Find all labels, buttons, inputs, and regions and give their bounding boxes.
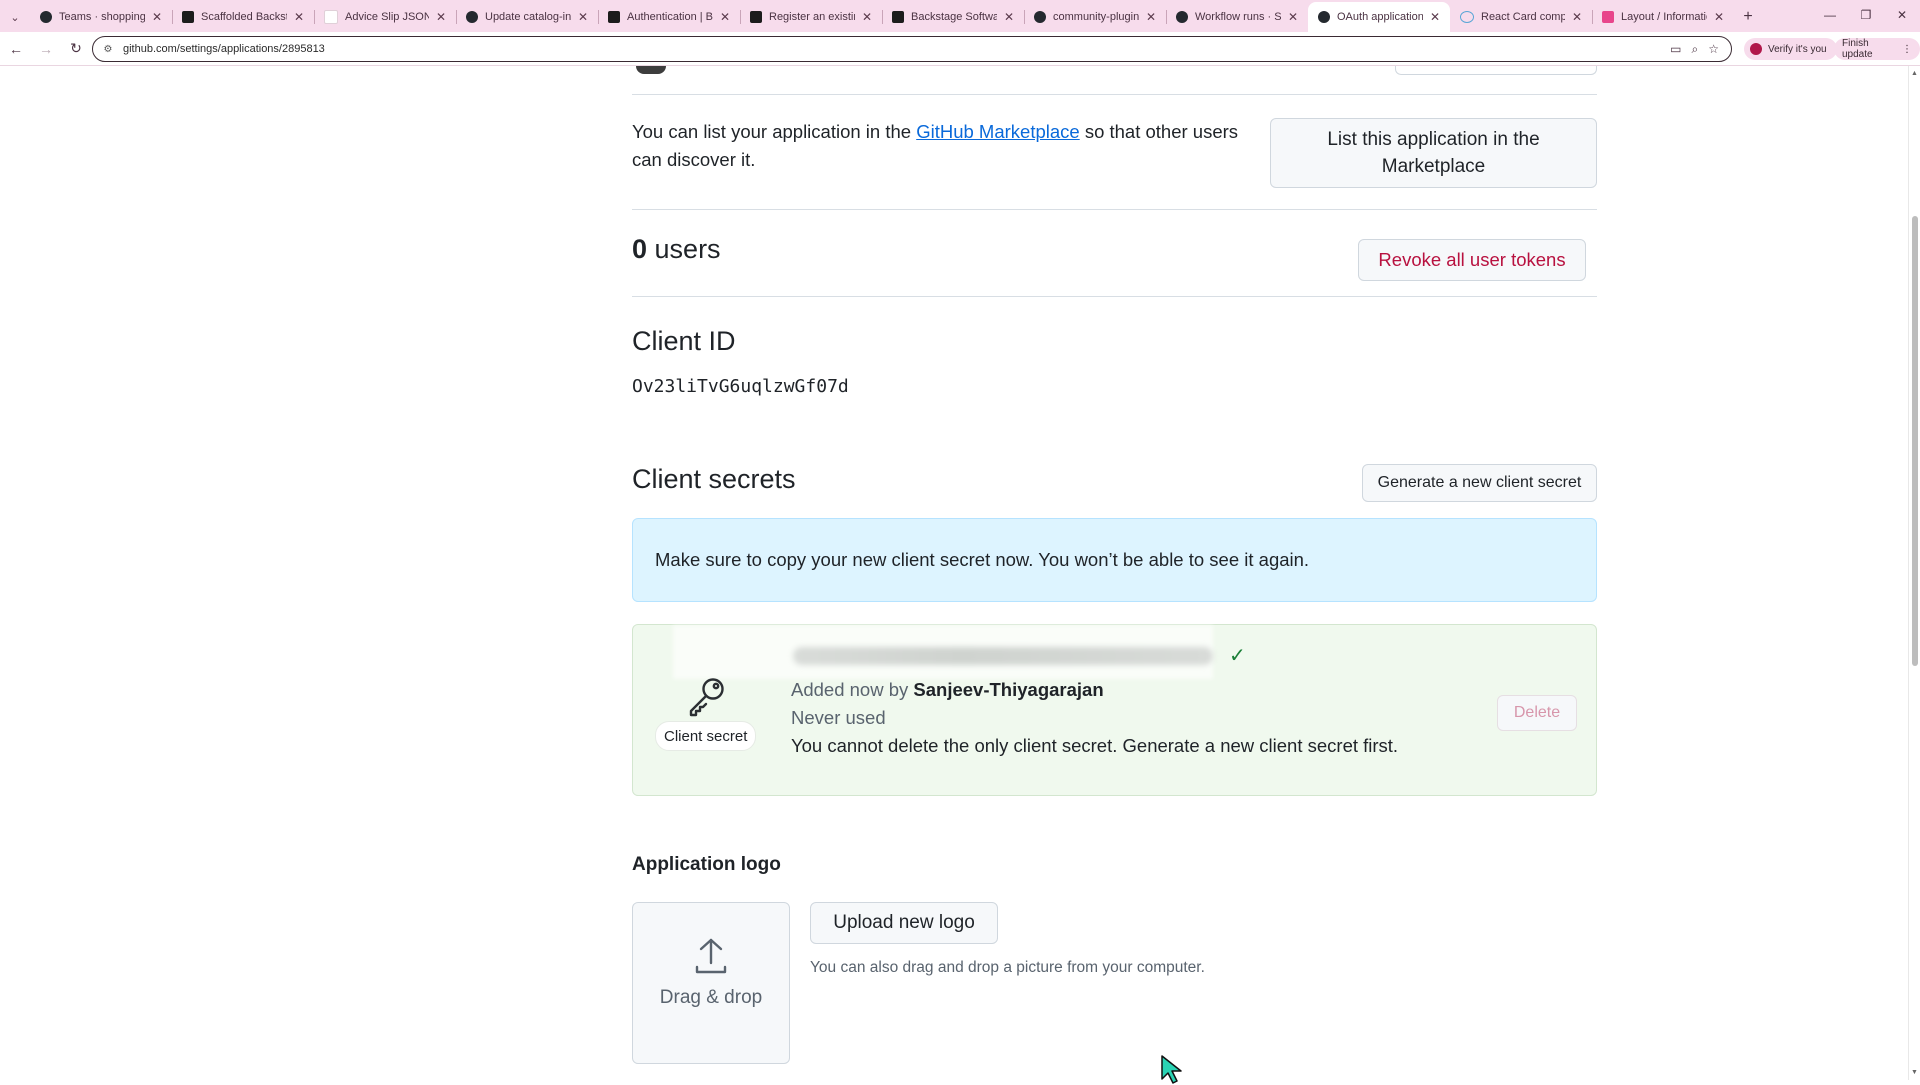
upload-icon bbox=[695, 938, 727, 974]
browser-tab[interactable]: Backstage Software Ca✕ bbox=[882, 2, 1024, 32]
key-icon bbox=[689, 678, 724, 717]
profile-avatar bbox=[1750, 43, 1762, 55]
close-icon[interactable]: ✕ bbox=[1714, 10, 1724, 24]
site-info-icon[interactable]: ⚙ bbox=[101, 42, 115, 56]
browser-tab[interactable]: Advice Slip JSON API✕ bbox=[314, 2, 456, 32]
tab-search-chevron-icon[interactable]: ⌄ bbox=[0, 2, 30, 32]
client-secrets-heading: Client secrets bbox=[632, 464, 796, 494]
close-window-icon[interactable]: ✕ bbox=[1884, 0, 1920, 30]
users-count: 0 users bbox=[632, 234, 721, 264]
profile-verify-button[interactable]: Verify it's you bbox=[1744, 38, 1837, 60]
delete-secret-button[interactable]: Delete bbox=[1497, 695, 1577, 731]
divider bbox=[632, 209, 1597, 210]
address-bar[interactable]: ⚙ github.com/settings/applications/28958… bbox=[92, 36, 1732, 62]
scroll-up-icon[interactable]: ▲ bbox=[1911, 70, 1918, 77]
bookmark-star-icon[interactable]: ☆ bbox=[1708, 42, 1719, 57]
browser-tab[interactable]: Workflow runs · Sanjee✕ bbox=[1166, 2, 1308, 32]
close-icon[interactable]: ✕ bbox=[152, 10, 162, 24]
close-icon[interactable]: ✕ bbox=[1004, 10, 1014, 24]
tab-list: Teams · shopping-hub✕ Scaffolded Backsta… bbox=[30, 0, 1734, 32]
close-icon[interactable]: ✕ bbox=[436, 10, 446, 24]
reload-icon[interactable]: ↻ bbox=[62, 35, 90, 63]
github-icon bbox=[40, 11, 52, 23]
browser-tab[interactable]: Layout / Information C✕ bbox=[1592, 2, 1734, 32]
upload-logo-button[interactable]: Upload new logo bbox=[810, 902, 998, 944]
forward-icon[interactable]: → bbox=[32, 35, 60, 63]
github-icon bbox=[1176, 11, 1188, 23]
new-tab-button[interactable]: + bbox=[1734, 2, 1762, 32]
close-icon[interactable]: ✕ bbox=[1430, 10, 1440, 24]
revoke-all-tokens-button[interactable]: Revoke all user tokens bbox=[1358, 239, 1586, 281]
owner-avatar bbox=[636, 66, 666, 74]
divider bbox=[632, 94, 1597, 95]
backstage-icon bbox=[750, 11, 762, 23]
browser-tab[interactable]: community-plugins/w✕ bbox=[1024, 2, 1166, 32]
scroll-down-icon[interactable]: ▼ bbox=[1911, 1069, 1918, 1076]
upload-hint: You can also drag and drop a picture fro… bbox=[810, 959, 1205, 976]
browser-tab[interactable]: Scaffolded Backstage✕ bbox=[172, 2, 314, 32]
finish-update-button[interactable]: Finish update ⋮ bbox=[1834, 38, 1920, 60]
browser-tab[interactable]: Update catalog-info.y✕ bbox=[456, 2, 598, 32]
secret-usage: Never used bbox=[791, 707, 886, 728]
client-id-heading: Client ID bbox=[632, 326, 736, 356]
logo-dropzone[interactable]: Drag & drop bbox=[632, 902, 790, 1064]
github-icon bbox=[466, 11, 478, 23]
url-text[interactable]: github.com/settings/applications/2895813 bbox=[123, 43, 1670, 55]
zoom-icon[interactable]: ⌕ bbox=[1692, 42, 1699, 57]
close-icon[interactable]: ✕ bbox=[1146, 10, 1156, 24]
browser-toolbar: ← → ↻ ⚙ github.com/settings/applications… bbox=[0, 32, 1920, 66]
divider bbox=[632, 296, 1597, 297]
browser-tabstrip: ⌄ Teams · shopping-hub✕ Scaffolded Backs… bbox=[0, 0, 1920, 32]
close-icon[interactable]: ✕ bbox=[720, 10, 730, 24]
client-secret-badge: Client secret bbox=[655, 721, 757, 751]
backstage-icon bbox=[608, 11, 620, 23]
application-logo-heading: Application logo bbox=[632, 854, 781, 875]
list-in-marketplace-button[interactable]: List this application in the Marketplace bbox=[1270, 118, 1597, 188]
minimize-icon[interactable]: — bbox=[1812, 0, 1848, 30]
backstage-icon bbox=[182, 11, 194, 23]
browser-tab-active[interactable]: OAuth application setti✕ bbox=[1308, 2, 1450, 32]
close-icon[interactable]: ✕ bbox=[862, 10, 872, 24]
browser-tab[interactable]: Register an existing co✕ bbox=[740, 2, 882, 32]
page-icon bbox=[324, 10, 338, 24]
backstage-icon bbox=[892, 11, 904, 23]
secret-added-by: Added now by Sanjeev-Thiyagarajan bbox=[791, 679, 1104, 700]
browser-tab[interactable]: React Card componen✕ bbox=[1450, 2, 1592, 32]
close-icon[interactable]: ✕ bbox=[1288, 10, 1298, 24]
scroll-thumb[interactable] bbox=[1912, 216, 1918, 666]
cast-icon[interactable]: ▭ bbox=[1670, 42, 1681, 57]
drag-drop-label: Drag & drop bbox=[659, 987, 763, 1008]
secret-delete-note: You cannot delete the only client secret… bbox=[791, 735, 1399, 756]
mouse-cursor-icon bbox=[1161, 1055, 1182, 1084]
close-icon[interactable]: ✕ bbox=[578, 10, 588, 24]
kebab-menu-icon[interactable]: ⋮ bbox=[1902, 44, 1912, 55]
react-icon bbox=[1460, 11, 1474, 23]
close-icon[interactable]: ✕ bbox=[1572, 10, 1582, 24]
close-icon[interactable]: ✕ bbox=[294, 10, 304, 24]
github-icon bbox=[1034, 11, 1046, 23]
window-controls: — ❐ ✕ bbox=[1812, 0, 1920, 32]
github-marketplace-link[interactable]: GitHub Marketplace bbox=[916, 121, 1079, 142]
browser-tab[interactable]: Authentication | Backs✕ bbox=[598, 2, 740, 32]
secret-value-blurred[interactable] bbox=[793, 647, 1213, 665]
browser-tab[interactable]: Teams · shopping-hub✕ bbox=[30, 2, 172, 32]
settings-page: You can list your application in the Git… bbox=[0, 66, 1908, 1080]
client-id-value[interactable]: Ov23liTvG6uqlzwGf07d bbox=[632, 376, 849, 397]
storybook-icon bbox=[1602, 11, 1614, 23]
generate-client-secret-button[interactable]: Generate a new client secret bbox=[1362, 464, 1597, 502]
restore-icon[interactable]: ❐ bbox=[1848, 0, 1884, 30]
back-icon[interactable]: ← bbox=[2, 35, 30, 63]
client-secret-item: ✓ Client secret Added now by Sanjeev-Thi… bbox=[632, 624, 1597, 796]
copy-secret-notice: Make sure to copy your new client secret… bbox=[632, 518, 1597, 602]
marketplace-description: You can list your application in the Git… bbox=[632, 121, 1239, 170]
transfer-ownership-button[interactable] bbox=[1395, 66, 1597, 75]
page-scrollbar[interactable]: ▲ ▼ bbox=[1908, 66, 1920, 1080]
github-icon bbox=[1318, 11, 1330, 23]
check-icon: ✓ bbox=[1229, 645, 1246, 667]
